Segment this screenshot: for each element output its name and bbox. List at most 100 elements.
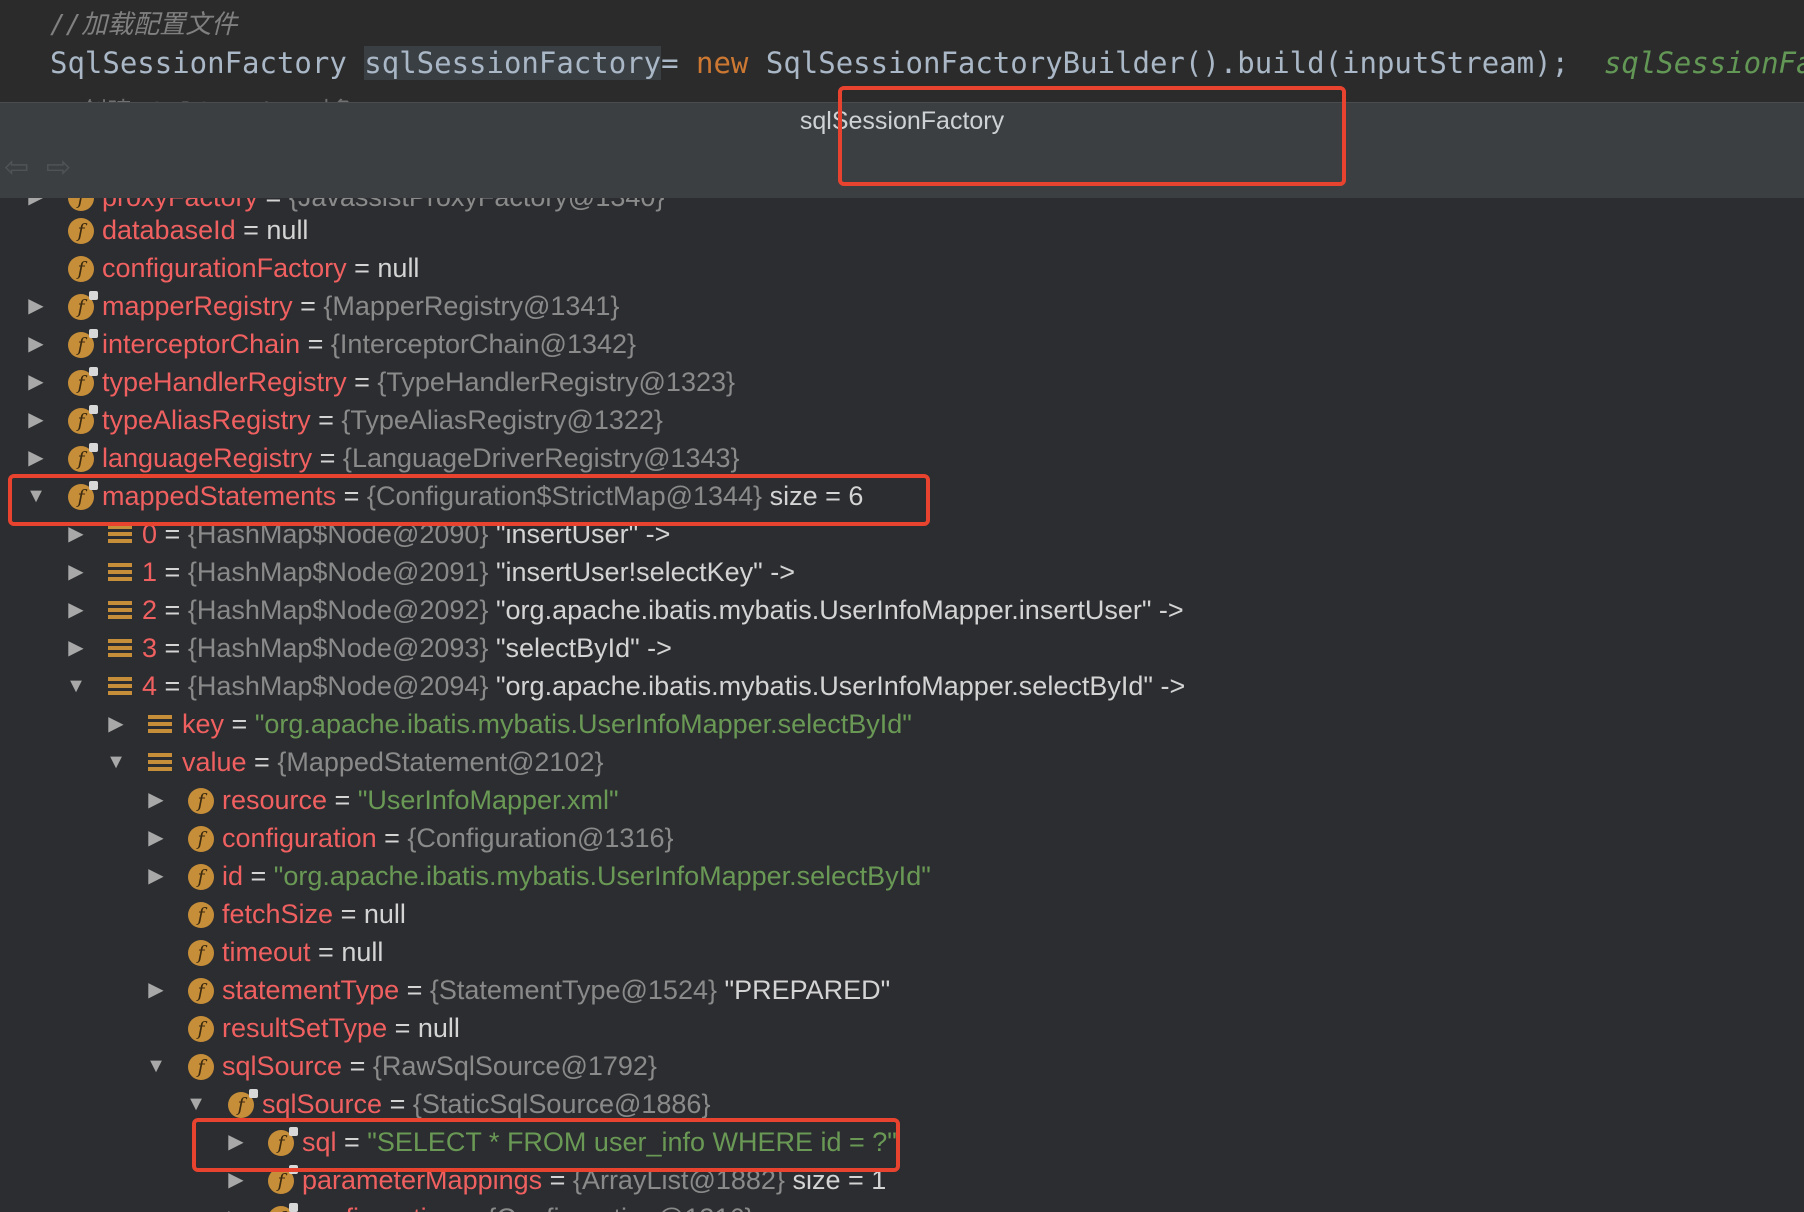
tree-row-text: interceptorChain = {InterceptorChain@134… (102, 325, 636, 363)
tree-row-text: configuration = {Configuration@1316} (302, 1199, 754, 1212)
map-entry-icon (108, 525, 132, 545)
tree-row[interactable]: ▶ 2 = {HashMap$Node@2092} "org.apache.iba… (0, 591, 1804, 629)
tree-row-text: value = {MappedStatement@2102} (182, 743, 603, 781)
tree-row[interactable]: ▼ f sqlSource = {StaticSqlSource@1886} (0, 1085, 1804, 1123)
tree-row-text: sqlSource = {StaticSqlSource@1886} (262, 1085, 710, 1123)
collapse-arrow-icon[interactable]: ▼ (24, 477, 48, 515)
field-name: 3 (142, 633, 158, 663)
collapse-arrow-icon[interactable]: ▼ (184, 1085, 208, 1123)
tree-row[interactable]: ▶ f interceptorChain = {InterceptorChain@1… (0, 325, 1804, 363)
expand-arrow-icon[interactable]: ▶ (64, 629, 88, 667)
expand-arrow-icon[interactable]: ▶ (104, 705, 128, 743)
inline-debug-value[interactable]: sqlSessionFactory: D (1569, 46, 1804, 80)
tree-row-text: statementType = {StatementType@1524} "PR… (222, 971, 890, 1009)
field-value: "UserInfoMapper.xml" (357, 785, 619, 815)
field-extra: "org.apache.ibatis.mybatis.UserInfoMappe… (488, 595, 1184, 625)
tree-row[interactable]: ▶ f sql = "SELECT * FROM user_info WHERE i… (0, 1123, 1804, 1161)
tree-row[interactable]: ▼ value = {MappedStatement@2102} (0, 743, 1804, 781)
tree-row[interactable]: f configurationFactory = null (0, 249, 1804, 287)
tree-row[interactable]: f timeout = null (0, 933, 1804, 971)
expand-arrow-icon[interactable]: ▶ (224, 1199, 248, 1212)
tree-row[interactable]: ▼ f mappedStatements = {Configuration$Stri… (0, 477, 1804, 515)
variables-tree[interactable]: ▶ f proxyFactory = {JavassistProxyFactory@… (0, 198, 1804, 1212)
field-name: typeAliasRegistry (102, 405, 311, 435)
tree-row[interactable]: ▶ f typeHandlerRegistry = {TypeHandlerRegi… (0, 363, 1804, 401)
map-entry-icon (108, 563, 132, 583)
tree-row[interactable]: ▶ f id = "org.apache.ibatis.mybatis.UserIn… (0, 857, 1804, 895)
field-value: {TypeAliasRegistry@1322} (341, 405, 663, 435)
tree-row[interactable]: ▼ 4 = {HashMap$Node@2094} "org.apache.iba… (0, 667, 1804, 705)
tree-row[interactable]: ▶ f typeAliasRegistry = {TypeAliasRegistry… (0, 401, 1804, 439)
tree-row[interactable]: ▶ 3 = {HashMap$Node@2093} "selectById" -> (0, 629, 1804, 667)
code-keyword-new: new (696, 46, 749, 80)
arrow-right-icon[interactable]: ⇨ (46, 150, 71, 185)
equals-sign: = (333, 899, 364, 929)
expand-arrow-icon[interactable]: ▶ (144, 971, 168, 1009)
expand-arrow-icon[interactable]: ▶ (64, 591, 88, 629)
code-line[interactable]: SqlSessionFactory sqlSessionFactory= new… (50, 46, 1804, 80)
tree-row-text: 2 = {HashMap$Node@2092} "org.apache.ibat… (142, 591, 1184, 629)
expand-arrow-icon[interactable]: ▶ (224, 1123, 248, 1161)
expand-arrow-icon[interactable]: ▶ (224, 1161, 248, 1199)
map-entry-icon (148, 715, 172, 735)
expand-arrow-icon[interactable]: ▶ (64, 553, 88, 591)
field-name: statementType (222, 975, 400, 1005)
arrow-left-icon[interactable]: ⇦ (4, 150, 29, 185)
equals-sign: = (157, 519, 188, 549)
code-variable[interactable]: sqlSessionFactory (364, 46, 662, 80)
map-entry-icon (108, 639, 132, 659)
tree-row-text: mappedStatements = {Configuration$Strict… (102, 477, 863, 515)
expand-arrow-icon[interactable]: ▶ (24, 325, 48, 363)
tree-row-text: typeHandlerRegistry = {TypeHandlerRegist… (102, 363, 735, 401)
field-icon: f (188, 1016, 214, 1042)
tree-row[interactable]: ▶ f mapperRegistry = {MapperRegistry@1341} (0, 287, 1804, 325)
code-editor[interactable]: //加载配置文件 SqlSessionFactory sqlSessionFac… (0, 0, 1804, 102)
collapse-arrow-icon[interactable]: ▼ (64, 667, 88, 705)
equals-sign: = (387, 1013, 418, 1043)
tree-row-text: 1 = {HashMap$Node@2091} "insertUser!sele… (142, 553, 795, 591)
tree-row[interactable]: ▶ f resource = "UserInfoMapper.xml" (0, 781, 1804, 819)
tree-row-text: configurationFactory = null (102, 249, 419, 287)
tree-row[interactable]: ▶ f parameterMappings = {ArrayList@1882} s… (0, 1161, 1804, 1199)
expand-arrow-icon[interactable]: ▶ (24, 439, 48, 477)
tree-row[interactable]: ▶ f configuration = {Configuration@1316} (0, 1199, 1804, 1212)
tree-row[interactable]: ▶ f configuration = {Configuration@1316} (0, 819, 1804, 857)
expand-arrow-icon[interactable]: ▶ (144, 857, 168, 895)
tree-row[interactable]: ▶ f languageRegistry = {LanguageDriverRegi… (0, 439, 1804, 477)
collapse-arrow-icon[interactable]: ▼ (104, 743, 128, 781)
expand-arrow-icon[interactable]: ▶ (24, 401, 48, 439)
collapse-arrow-icon[interactable]: ▼ (144, 1047, 168, 1085)
field-value: {StaticSqlSource@1886} (412, 1089, 711, 1119)
tree-row[interactable]: f resultSetType = null (0, 1009, 1804, 1047)
field-icon: f (68, 443, 98, 472)
field-name: timeout (222, 937, 311, 967)
field-value: {HashMap$Node@2092} (187, 595, 489, 625)
equals-sign: = (346, 253, 378, 283)
field-icon: f (228, 1089, 258, 1118)
expand-arrow-icon[interactable]: ▶ (24, 287, 48, 325)
tree-row[interactable]: ▼ f sqlSource = {RawSqlSource@1792} (0, 1047, 1804, 1085)
field-name: resultSetType (222, 1013, 388, 1043)
field-value: {Configuration@1316} (487, 1203, 753, 1212)
tree-row-text: sql = "SELECT * FROM user_info WHERE id … (302, 1123, 897, 1161)
field-name: sqlSource (262, 1089, 383, 1119)
tree-row-text: typeAliasRegistry = {TypeAliasRegistry@1… (102, 401, 663, 439)
field-name: 0 (142, 519, 158, 549)
tree-row[interactable]: f databaseId = null (0, 211, 1804, 249)
field-extra: "selectById" -> (488, 633, 672, 663)
expand-arrow-icon[interactable]: ▶ (24, 363, 48, 401)
expand-arrow-icon[interactable]: ▶ (144, 819, 168, 857)
tree-row[interactable]: ▶ 0 = {HashMap$Node@2090} "insertUser" -> (0, 515, 1804, 553)
expand-arrow-icon[interactable]: ▶ (64, 515, 88, 553)
popup-title-bar: sqlSessionFactory (0, 102, 1804, 139)
field-name: 4 (142, 671, 158, 701)
tree-row[interactable]: f fetchSize = null (0, 895, 1804, 933)
field-value: null (363, 899, 406, 929)
field-value: {InterceptorChain@1342} (330, 329, 637, 359)
field-name: 2 (142, 595, 158, 625)
field-extra: "PREPARED" (717, 975, 891, 1005)
expand-arrow-icon[interactable]: ▶ (144, 781, 168, 819)
tree-row[interactable]: ▶ key = "org.apache.ibatis.mybatis.UserIn… (0, 705, 1804, 743)
tree-row[interactable]: ▶ f statementType = {StatementType@1524} "… (0, 971, 1804, 1009)
tree-row[interactable]: ▶ 1 = {HashMap$Node@2091} "insertUser!sel… (0, 553, 1804, 591)
